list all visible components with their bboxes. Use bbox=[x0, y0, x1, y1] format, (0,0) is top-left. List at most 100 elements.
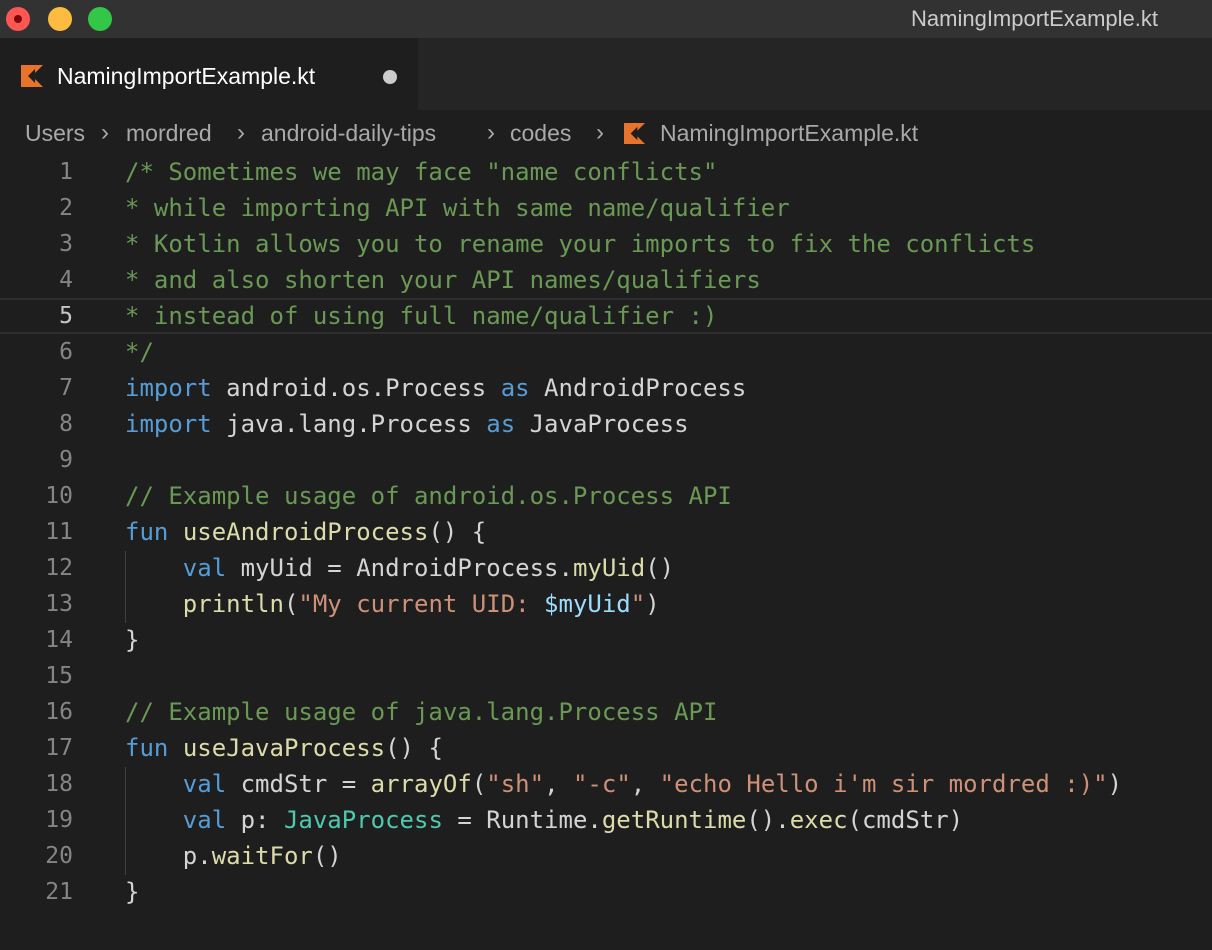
breadcrumb-separator-icon: › bbox=[101, 119, 109, 146]
kotlin-file-icon bbox=[21, 65, 43, 87]
breadcrumb-separator-icon: › bbox=[596, 119, 604, 146]
code-text[interactable]: * and also shorten your API names/qualif… bbox=[125, 262, 761, 298]
close-window-button[interactable] bbox=[6, 7, 30, 31]
code-text[interactable]: val cmdStr = arrayOf("sh", "-c", "echo H… bbox=[125, 766, 1122, 802]
code-text[interactable]: fun useJavaProcess() { bbox=[125, 730, 443, 766]
code-line[interactable]: 8 import java.lang.Process as JavaProcess bbox=[0, 406, 1212, 442]
code-line[interactable]: 7 import android.os.Process as AndroidPro… bbox=[0, 370, 1212, 406]
code-text[interactable]: // Example usage of android.os.Process A… bbox=[125, 478, 732, 514]
code-text[interactable]: } bbox=[125, 874, 139, 910]
code-text[interactable]: println("My current UID: $myUid") bbox=[125, 586, 660, 622]
line-number: 17 bbox=[45, 735, 73, 761]
code-token: ( bbox=[283, 590, 299, 618]
maximize-window-button[interactable] bbox=[88, 7, 112, 31]
code-text[interactable]: */ bbox=[125, 334, 154, 370]
code-line[interactable]: 14} bbox=[0, 622, 1212, 658]
code-token: } bbox=[125, 626, 140, 654]
code-line[interactable]: 10 // Example usage of android.os.Process… bbox=[0, 478, 1212, 514]
code-line[interactable]: 21} bbox=[0, 874, 1212, 910]
line-number: 3 bbox=[59, 231, 73, 257]
code-token: * and also shorten your API names/qualif… bbox=[125, 266, 761, 294]
code-token: getRuntime bbox=[601, 806, 747, 834]
code-token: , bbox=[544, 770, 573, 798]
code-token: val bbox=[182, 806, 227, 834]
code-token: () { bbox=[385, 734, 443, 762]
code-token: exec bbox=[789, 806, 848, 834]
window-title: NamingImportExample.kt bbox=[911, 6, 1158, 31]
code-token: myUid = AndroidProcess. bbox=[226, 554, 573, 582]
code-token: ( bbox=[471, 770, 487, 798]
line-number: 11 bbox=[45, 519, 73, 545]
code-token: $myUid bbox=[544, 590, 631, 618]
code-line[interactable]: 2 * while importing API with same name/qu… bbox=[0, 190, 1212, 226]
code-token: = Runtime. bbox=[442, 806, 602, 834]
tab-naming-import-example[interactable]: NamingImportExample.kt bbox=[0, 38, 418, 110]
code-text[interactable]: val myUid = AndroidProcess.myUid() bbox=[125, 550, 674, 586]
code-line[interactable]: 19 val p: JavaProcess = Runtime.getRunti… bbox=[0, 802, 1212, 838]
code-text[interactable]: * while importing API with same name/qua… bbox=[125, 190, 790, 226]
code-token: () bbox=[645, 554, 675, 582]
breadcrumb-item-android-daily-tips[interactable]: android-daily-tips bbox=[261, 118, 436, 148]
code-token: (cmdStr) bbox=[847, 806, 964, 834]
code-text[interactable]: p.waitFor() bbox=[125, 838, 342, 874]
code-line[interactable]: 12 val myUid = AndroidProcess.myUid() bbox=[0, 550, 1212, 586]
code-text[interactable]: } bbox=[125, 622, 139, 658]
line-number: 5 bbox=[59, 303, 73, 329]
code-line[interactable]: 1 /* Sometimes we may face "name conflict… bbox=[0, 154, 1212, 190]
code-token: ) bbox=[645, 590, 660, 618]
code-token: val bbox=[182, 554, 227, 582]
code-text[interactable]: import android.os.Process as AndroidProc… bbox=[125, 370, 746, 406]
line-number: 10 bbox=[45, 483, 73, 509]
code-token: "sh" bbox=[486, 770, 545, 798]
code-line[interactable]: 18 val cmdStr = arrayOf("sh", "-c", "ech… bbox=[0, 766, 1212, 802]
code-editor[interactable]: 1 /* Sometimes we may face "name conflict… bbox=[0, 154, 1212, 950]
minimize-window-button[interactable] bbox=[48, 7, 72, 31]
code-line[interactable]: 9 bbox=[0, 442, 1212, 478]
line-number: 7 bbox=[59, 375, 73, 401]
code-token: * instead of using full name/qualifier :… bbox=[125, 302, 718, 330]
code-token: p: bbox=[226, 806, 284, 834]
code-line[interactable]: 16 // Example usage of java.lang.Process … bbox=[0, 694, 1212, 730]
breadcrumb-item-codes[interactable]: codes bbox=[510, 118, 571, 148]
code-line[interactable]: 4 * and also shorten your API names/quali… bbox=[0, 262, 1212, 298]
unsaved-changes-icon[interactable] bbox=[383, 70, 397, 84]
code-token: p. bbox=[125, 842, 212, 870]
line-number: 13 bbox=[45, 591, 73, 617]
code-line[interactable]: 15 bbox=[0, 658, 1212, 694]
code-token: () bbox=[312, 842, 342, 870]
code-token: myUid bbox=[572, 554, 646, 582]
code-token: "echo Hello i'm sir mordred :)" bbox=[659, 770, 1108, 798]
code-text[interactable]: import java.lang.Process as JavaProcess bbox=[125, 406, 689, 442]
code-token: * while importing API with same name/qua… bbox=[125, 194, 790, 222]
code-token: arrayOf bbox=[370, 770, 472, 798]
code-text[interactable]: fun useAndroidProcess() { bbox=[125, 514, 486, 550]
line-number: 16 bbox=[45, 699, 73, 725]
code-text[interactable]: * Kotlin allows you to rename your impor… bbox=[125, 226, 1035, 262]
code-line[interactable]: 6 */ bbox=[0, 334, 1212, 370]
code-token: cmdStr = bbox=[226, 770, 371, 798]
code-token: JavaProcess bbox=[515, 410, 689, 438]
code-line[interactable]: 11 fun useAndroidProcess() { bbox=[0, 514, 1212, 550]
code-line[interactable]: 5 * instead of using full name/qualifier … bbox=[0, 298, 1212, 334]
code-line[interactable]: 13 println("My current UID: $myUid") bbox=[0, 586, 1212, 622]
code-line[interactable]: 17 fun useJavaProcess() { bbox=[0, 730, 1212, 766]
code-token: /* Sometimes we may face "name conflicts… bbox=[125, 158, 718, 186]
code-token: fun bbox=[125, 734, 169, 762]
code-token: JavaProcess bbox=[283, 806, 443, 834]
breadcrumb-item-mordred[interactable]: mordred bbox=[126, 118, 212, 148]
code-text[interactable]: // Example usage of java.lang.Process AP… bbox=[125, 694, 717, 730]
code-line[interactable]: 3 * Kotlin allows you to rename your impo… bbox=[0, 226, 1212, 262]
breadcrumb-item-file[interactable]: NamingImportExample.kt bbox=[660, 118, 918, 148]
code-token: "-c" bbox=[572, 770, 631, 798]
breadcrumb-item-users[interactable]: Users bbox=[25, 118, 85, 148]
code-token: () { bbox=[428, 518, 487, 546]
code-text[interactable]: val p: JavaProcess = Runtime.getRuntime (… bbox=[125, 802, 963, 838]
code-text[interactable]: * instead of using full name/qualifier :… bbox=[125, 298, 717, 334]
code-line[interactable]: 20 p.waitFor() bbox=[0, 838, 1212, 874]
code-text[interactable]: /* Sometimes we may face "name conflicts… bbox=[125, 154, 717, 190]
